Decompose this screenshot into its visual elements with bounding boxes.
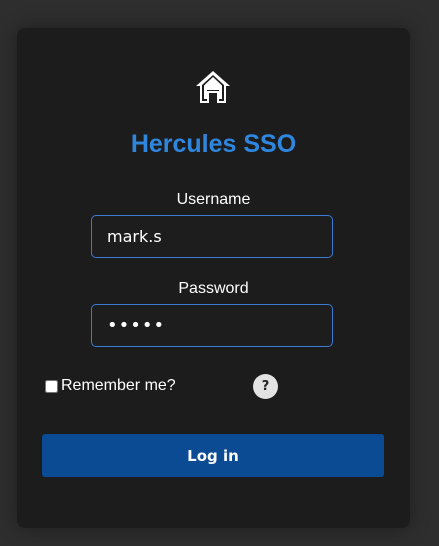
password-input[interactable] (91, 304, 333, 347)
username-input[interactable] (91, 215, 333, 258)
home-icon (196, 71, 230, 103)
password-label: Password (178, 280, 249, 297)
help-icon[interactable]: ? (253, 374, 278, 399)
page-title: Hercules SSO (130, 130, 297, 158)
login-card: Hercules SSO Username Password Remember … (17, 28, 410, 528)
login-button[interactable]: Log in (42, 434, 384, 477)
remember-label: Remember me? (61, 377, 176, 394)
remember-checkbox[interactable] (45, 379, 58, 393)
username-label: Username (176, 191, 251, 208)
remember-me[interactable]: Remember me? (45, 377, 176, 395)
